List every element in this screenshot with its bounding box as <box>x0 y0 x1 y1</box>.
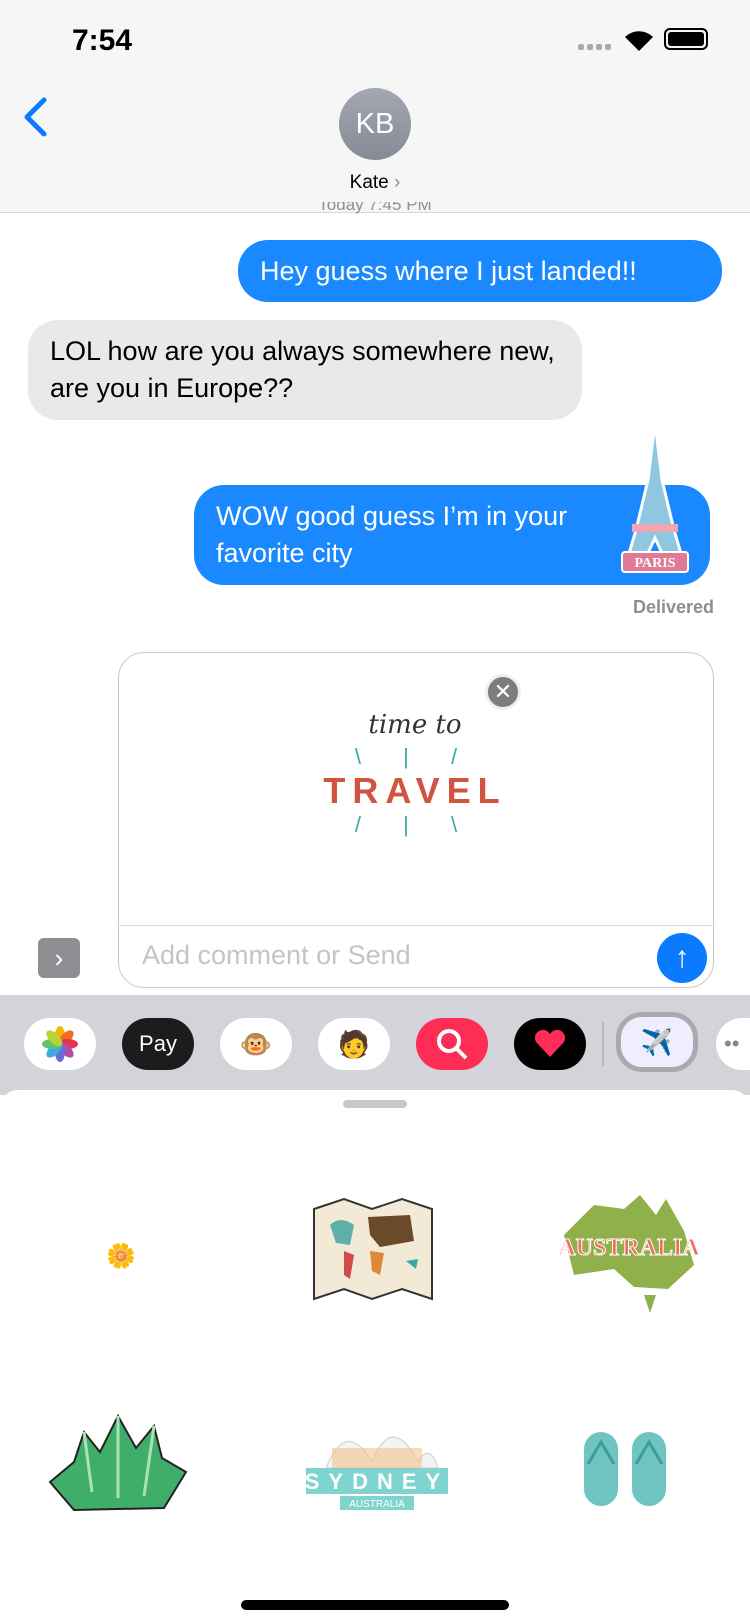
travel-sticker-preview: time to \ | / TRAVEL / | \ <box>300 710 530 860</box>
australia-sticker[interactable]: AUSTRALIA <box>544 1195 714 1315</box>
comment-input[interactable]: Add comment or Send <box>142 940 411 971</box>
sticker-dashes-bottom: / | \ <box>354 812 476 837</box>
animoji-app-icon[interactable]: 🐵 <box>220 1018 292 1070</box>
chevron-right-icon: › <box>394 172 401 193</box>
message-bubble-received[interactable]: LOL how are you always somewhere new, ar… <box>28 320 582 420</box>
avatar[interactable]: KB <box>339 88 411 160</box>
expand-apps-button[interactable]: › <box>38 938 80 978</box>
sydney-label: SYDNEY <box>305 1469 449 1494</box>
signal-icon <box>578 44 611 50</box>
status-time: 7:54 <box>72 24 133 57</box>
divider <box>119 925 713 926</box>
sydney-sticker[interactable]: SYDNEY AUSTRALIA <box>302 1412 452 1516</box>
eiffel-tower-sticker[interactable]: PARIS <box>618 420 692 580</box>
photos-app-icon[interactable] <box>24 1018 96 1070</box>
delivered-status: Delivered <box>632 597 714 617</box>
send-button[interactable]: ↑ <box>657 933 707 983</box>
timestamp: Today 7:45 PM <box>318 202 432 214</box>
sticker-text-line2: TRAVEL <box>323 770 507 811</box>
remove-sticker-button[interactable]: ✕ <box>485 674 521 710</box>
world-map-sticker[interactable] <box>310 1195 436 1305</box>
apple-pay-label: Pay <box>139 1031 177 1056</box>
battery-icon <box>664 28 708 50</box>
back-icon[interactable] <box>22 96 48 138</box>
wifi-icon <box>625 31 653 51</box>
digital-touch-app-icon[interactable] <box>514 1018 586 1070</box>
image-search-app-icon[interactable] <box>416 1018 488 1070</box>
contact-label: Kate <box>349 172 389 193</box>
flip-flops-sticker[interactable] <box>580 1428 672 1510</box>
sydney-sublabel: AUSTRALIA <box>349 1499 405 1510</box>
sticker-dashes-top: \ | / <box>354 744 476 769</box>
australia-label: AUSTRALIA <box>558 1235 700 1261</box>
memoji-app-icon[interactable]: 🧑 <box>318 1018 390 1070</box>
app-drawer-divider <box>602 1022 604 1066</box>
crystals-sticker[interactable] <box>44 1412 192 1516</box>
home-indicator[interactable] <box>241 1600 509 1610</box>
travel-stickers-app-icon[interactable]: ✈️ <box>616 1012 698 1072</box>
message-bubble-sent[interactable]: Hey guess where I just landed!! <box>238 240 722 302</box>
panel-grabber[interactable] <box>343 1100 407 1108</box>
sticker-panel <box>0 1090 750 1623</box>
contact-name[interactable]: Kate › <box>0 172 750 194</box>
apple-pay-app-icon[interactable]: Pay <box>122 1018 194 1070</box>
flower-sticker[interactable]: 🌼 <box>106 1242 136 1271</box>
paris-label: PARIS <box>635 556 676 571</box>
sticker-text-line1: time to <box>368 710 462 740</box>
